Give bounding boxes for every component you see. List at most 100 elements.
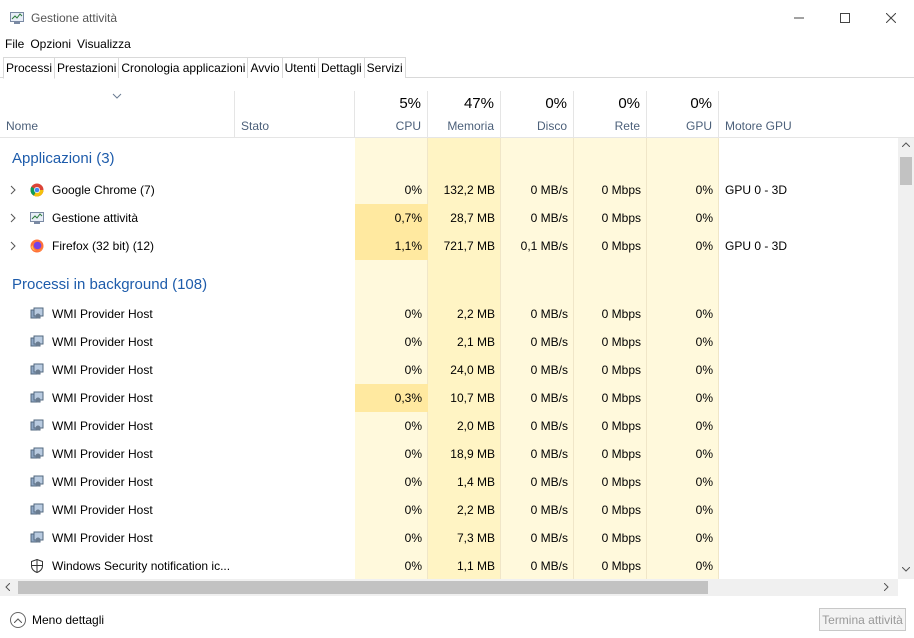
- chevron-right-icon[interactable]: [10, 213, 16, 223]
- scroll-down-icon[interactable]: [902, 567, 910, 572]
- chevron-right-icon[interactable]: [10, 185, 16, 195]
- memory-value: 1,4 MB: [456, 475, 495, 489]
- network-value: 0 Mbps: [601, 531, 641, 545]
- maximize-button[interactable]: [822, 0, 868, 36]
- service-host-icon: [30, 447, 44, 461]
- scroll-left-icon[interactable]: [5, 583, 10, 591]
- window-title: Gestione attività: [31, 11, 118, 25]
- service-host-icon: [30, 531, 44, 545]
- cpu-value: 0%: [404, 559, 422, 573]
- service-host-icon: [30, 419, 44, 433]
- disk-value: 0 MB/s: [530, 391, 568, 405]
- gpu-engine-value: GPU 0 - 3D: [725, 239, 788, 253]
- network-value: 0 Mbps: [601, 559, 641, 573]
- chrome-icon: [30, 183, 44, 197]
- background-process-row[interactable]: WMI Provider Host 0% 18,9 MB 0 MB/s 0 Mbps 0%: [0, 440, 898, 468]
- gpu-value: 0%: [695, 447, 713, 461]
- scroll-right-icon[interactable]: [884, 583, 889, 591]
- memory-value: 721,7 MB: [443, 239, 495, 253]
- disk-value: 0 MB/s: [530, 419, 568, 433]
- vertical-scrollbar[interactable]: [898, 138, 914, 579]
- tab-services[interactable]: Servizi: [363, 57, 406, 78]
- gpu-value: 0%: [695, 363, 713, 377]
- background-process-row[interactable]: Windows Security notification ic... 0% 1,1…: [0, 552, 898, 579]
- app-row[interactable]: Gestione attività 0,7% 28,7 MB 0 MB/s 0 Mbps…: [0, 204, 898, 232]
- disk-value: 0,1 MB/s: [520, 239, 568, 253]
- minimize-button[interactable]: [776, 0, 822, 36]
- network-value: 0 Mbps: [601, 239, 641, 253]
- disk-value: 0 MB/s: [530, 475, 568, 489]
- memory-value: 2,0 MB: [456, 419, 495, 433]
- tab-startup[interactable]: Avvio: [247, 57, 283, 78]
- background-process-row[interactable]: WMI Provider Host 0,3% 10,7 MB 0 MB/s 0 Mbps…: [0, 384, 898, 412]
- app-row[interactable]: Firefox (32 bit) (12) 1,1% 721,7 MB 0,1 MB/…: [0, 232, 898, 260]
- disk-value: 0 MB/s: [530, 503, 568, 517]
- background-process-row[interactable]: WMI Provider Host 0% 2,2 MB 0 MB/s 0 Mbps 0%: [0, 300, 898, 328]
- memory-value: 7,3 MB: [456, 531, 495, 545]
- column-disk[interactable]: 0% Disco: [501, 91, 574, 137]
- disk-total: 0%: [545, 95, 567, 112]
- network-value: 0 Mbps: [601, 503, 641, 517]
- memory-value: 132,2 MB: [443, 183, 495, 197]
- menu-file[interactable]: File: [5, 37, 24, 53]
- process-name: WMI Provider Host: [52, 335, 153, 349]
- service-host-icon: [30, 363, 44, 377]
- chevron-right-icon[interactable]: [10, 241, 16, 251]
- group-header-background[interactable]: Processi in background (108): [0, 270, 898, 298]
- column-gpu[interactable]: 0% GPU: [647, 91, 719, 137]
- tab-processes[interactable]: Processi: [3, 57, 56, 79]
- service-host-icon: [30, 335, 44, 349]
- memory-value: 10,7 MB: [450, 391, 495, 405]
- tab-users[interactable]: Utenti: [281, 57, 319, 78]
- horizontal-scroll-thumb[interactable]: [18, 581, 708, 594]
- column-header: Nome Stato 5% CPU 47% Memoria 0% Disco 0…: [0, 91, 914, 138]
- title-bar: Gestione attività: [0, 0, 914, 36]
- column-gpu-engine[interactable]: Motore GPU: [719, 91, 898, 137]
- process-name: Firefox (32 bit) (12): [52, 239, 155, 253]
- tab-performance[interactable]: Prestazioni: [54, 57, 120, 78]
- memory-value: 18,9 MB: [450, 447, 495, 461]
- maximize-icon: [840, 13, 850, 23]
- service-host-icon: [30, 475, 44, 489]
- background-process-row[interactable]: WMI Provider Host 0% 24,0 MB 0 MB/s 0 Mbps 0%: [0, 356, 898, 384]
- memory-value: 24,0 MB: [450, 363, 495, 377]
- disk-value: 0 MB/s: [530, 211, 568, 225]
- background-process-row[interactable]: WMI Provider Host 0% 2,2 MB 0 MB/s 0 Mbps 0%: [0, 496, 898, 524]
- horizontal-scrollbar[interactable]: [0, 579, 898, 596]
- task-manager-icon: [30, 211, 44, 225]
- cpu-value: 0%: [404, 447, 422, 461]
- menu-view[interactable]: Visualizza: [77, 37, 131, 53]
- background-process-row[interactable]: WMI Provider Host 0% 2,0 MB 0 MB/s 0 Mbps 0%: [0, 412, 898, 440]
- column-gpu-label: GPU: [685, 119, 712, 133]
- disk-value: 0 MB/s: [530, 183, 568, 197]
- scroll-up-icon[interactable]: [902, 142, 910, 147]
- less-details-button[interactable]: Meno dettagli: [10, 612, 104, 628]
- network-value: 0 Mbps: [601, 183, 641, 197]
- app-row[interactable]: Google Chrome (7) 0% 132,2 MB 0 MB/s 0 Mbps 0…: [0, 176, 898, 204]
- network-value: 0 Mbps: [601, 211, 641, 225]
- process-name: WMI Provider Host: [52, 363, 153, 377]
- cpu-total: 5%: [399, 95, 421, 112]
- column-name[interactable]: Nome: [0, 91, 234, 137]
- disk-value: 0 MB/s: [530, 335, 568, 349]
- process-name: WMI Provider Host: [52, 447, 153, 461]
- tab-app-history[interactable]: Cronologia applicazioni: [118, 57, 249, 78]
- background-process-row[interactable]: WMI Provider Host 0% 7,3 MB 0 MB/s 0 Mbps 0%: [0, 524, 898, 552]
- column-status[interactable]: Stato: [234, 91, 355, 137]
- memory-value: 2,2 MB: [456, 307, 495, 321]
- column-disk-label: Disco: [536, 119, 567, 133]
- close-button[interactable]: [868, 0, 914, 36]
- disk-value: 0 MB/s: [530, 307, 568, 321]
- menu-options[interactable]: Opzioni: [30, 37, 71, 53]
- background-process-row[interactable]: WMI Provider Host 0% 1,4 MB 0 MB/s 0 Mbps 0%: [0, 468, 898, 496]
- end-task-button[interactable]: Termina attività: [819, 608, 906, 631]
- column-cpu[interactable]: 5% CPU: [355, 91, 428, 137]
- column-memory[interactable]: 47% Memoria: [428, 91, 501, 137]
- column-cpu-label: CPU: [395, 119, 421, 133]
- cpu-value: 0%: [404, 335, 422, 349]
- tab-details[interactable]: Dettagli: [317, 57, 365, 78]
- column-network[interactable]: 0% Rete: [574, 91, 647, 137]
- group-header-apps[interactable]: Applicazioni (3): [0, 144, 898, 172]
- background-process-row[interactable]: WMI Provider Host 0% 2,1 MB 0 MB/s 0 Mbps 0%: [0, 328, 898, 356]
- vertical-scroll-thumb[interactable]: [900, 157, 912, 185]
